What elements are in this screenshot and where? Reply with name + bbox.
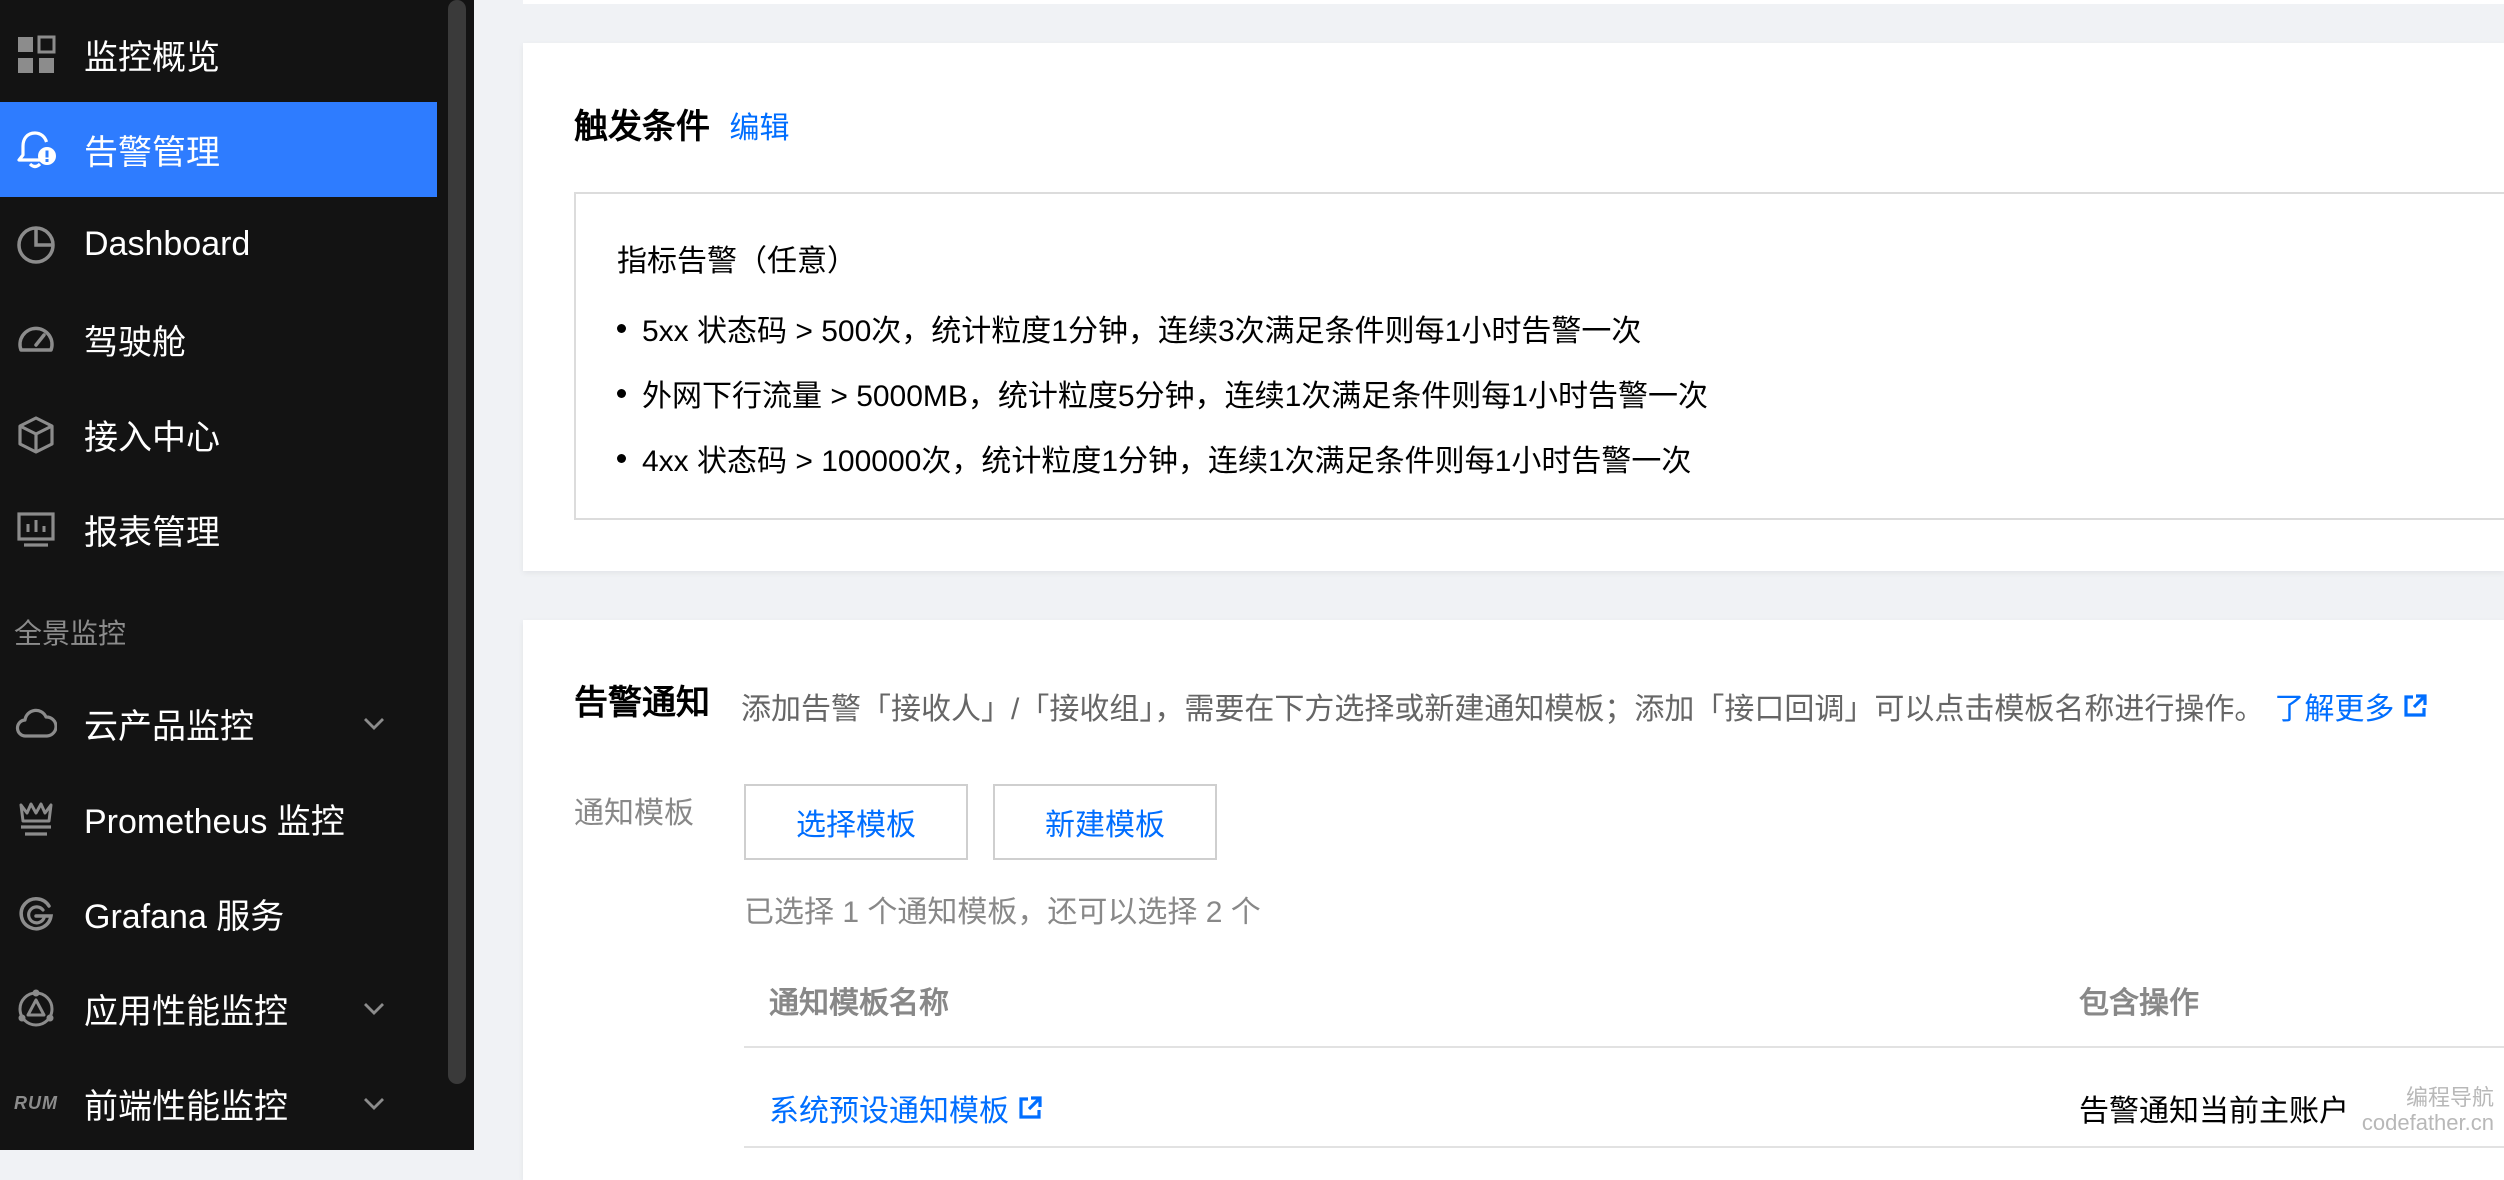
selection-hint: 已选择 1 个通知模板，还可以选择 2 个 xyxy=(744,896,1261,929)
watermark-title: 编程导航 xyxy=(2405,1085,2494,1110)
learn-more-link[interactable]: 了解更多 xyxy=(2274,684,2428,728)
condition-rule: 4xx 状态码 > 100000次，统计粒度1分钟，连续1次满足条件则每1小时告… xyxy=(617,436,1691,480)
watermark-url: codefather.cn xyxy=(2361,1110,2494,1135)
chevron-down-icon[interactable] xyxy=(360,1090,388,1118)
sidebar-item-label: Dashboard xyxy=(84,225,251,263)
condition-rule: 5xx 状态码 > 500次，统计粒度1分钟，连续3次满足条件则每1小时告警一次 xyxy=(617,306,1641,350)
chevron-down-icon[interactable] xyxy=(360,710,388,738)
external-link-icon xyxy=(2402,693,2428,719)
new-template-button[interactable]: 新建模板 xyxy=(993,784,1217,860)
bullet-icon xyxy=(617,453,626,463)
pie-chart-icon xyxy=(14,223,58,267)
sidebar-item-monitor-overview[interactable]: 监控概览 xyxy=(0,7,437,102)
template-operations-cell: 告警通知当前主账户 xyxy=(2079,1095,2349,1128)
sidebar-item-report-management[interactable]: 报表管理 xyxy=(0,482,437,577)
speedometer-icon xyxy=(14,318,58,362)
trigger-condition-card: 触发条件 编辑 指标告警（任意） 5xx 状态码 > 500次，统计粒度1分钟，… xyxy=(523,43,2504,571)
table-row-divider xyxy=(744,1146,2504,1148)
chevron-down-icon[interactable] xyxy=(360,995,388,1023)
alarm-notification-card: 告警通知 添加告警「接收人」/「接收组」，需要在下方选择或新建通知模板；添加「接… xyxy=(523,620,2504,1180)
sidebar-item-alarm-management[interactable]: 告警管理 xyxy=(0,102,437,197)
cube-icon xyxy=(14,413,58,457)
condition-heading: 指标告警（任意） xyxy=(617,245,857,278)
prometheus-icon xyxy=(14,797,58,841)
sidebar-item-label: 告警管理 xyxy=(84,134,220,172)
rum-icon: RUM xyxy=(14,1093,58,1113)
select-template-button[interactable]: 选择模板 xyxy=(744,784,968,860)
sidebar-item-label: 应用性能监控 xyxy=(84,993,288,1031)
grid-icon xyxy=(14,33,58,77)
sidebar-item-label: 前端性能监控 xyxy=(84,1088,288,1126)
external-link-icon xyxy=(1017,1095,1043,1121)
cloud-icon xyxy=(14,702,58,746)
sidebar-item-grafana[interactable]: Grafana 服务 xyxy=(0,866,437,961)
sidebar-item-apm[interactable]: 应用性能监控 xyxy=(0,961,437,1056)
sidebar-item-label: 驾驶舱 xyxy=(84,324,186,362)
edit-link[interactable]: 编辑 xyxy=(729,112,789,145)
table-header-divider xyxy=(744,1046,2504,1048)
alarm-bell-icon xyxy=(14,128,58,172)
sidebar-item-label: Prometheus 监控 xyxy=(84,803,345,841)
sidebar: 监控概览 告警管理 Dashboard 驾驶舱 接入中心 报表管理 全景监控 云… xyxy=(0,0,474,1150)
sidebar-section-label: 全景监控 xyxy=(14,618,127,649)
apm-icon xyxy=(14,987,58,1031)
condition-panel: 指标告警（任意） 5xx 状态码 > 500次，统计粒度1分钟，连续3次满足条件… xyxy=(574,192,2504,520)
sidebar-item-cloud-product-monitor[interactable]: 云产品监控 xyxy=(0,676,437,771)
bullet-icon xyxy=(617,388,626,398)
sidebar-item-access-center[interactable]: 接入中心 xyxy=(0,387,437,482)
sidebar-item-label: Grafana 服务 xyxy=(84,898,285,936)
notify-title: 告警通知 xyxy=(574,684,710,722)
template-name-link[interactable]: 系统预设通知模板 xyxy=(769,1086,1043,1130)
sidebar-item-label: 接入中心 xyxy=(84,419,220,457)
bullet-icon xyxy=(617,323,626,333)
trigger-title: 触发条件 编辑 xyxy=(574,108,790,146)
template-field-label: 通知模板 xyxy=(574,797,694,830)
sidebar-scrollbar[interactable] xyxy=(448,0,466,1084)
sidebar-item-label: 报表管理 xyxy=(84,514,220,552)
report-monitor-icon xyxy=(14,508,58,552)
sidebar-item-dashboard[interactable]: Dashboard xyxy=(0,197,437,292)
column-header-operations: 包含操作 xyxy=(2079,987,2199,1020)
sidebar-item-prometheus[interactable]: Prometheus 监控 xyxy=(0,771,437,866)
sidebar-item-cockpit[interactable]: 驾驶舱 xyxy=(0,292,437,387)
notify-description: 添加告警「接收人」/「接收组」，需要在下方选择或新建通知模板；添加「接口回调」可… xyxy=(741,684,2428,728)
column-header-template-name: 通知模板名称 xyxy=(769,987,949,1020)
condition-rule: 外网下行流量 > 5000MB，统计粒度5分钟，连续1次满足条件则每1小时告警一… xyxy=(617,371,1708,415)
previous-card-edge xyxy=(523,0,2504,4)
sidebar-item-label: 云产品监控 xyxy=(84,708,254,746)
sidebar-item-label: 监控概览 xyxy=(84,39,220,77)
grafana-icon xyxy=(14,892,58,936)
sidebar-item-frontend-monitor[interactable]: RUM 前端性能监控 xyxy=(0,1056,437,1151)
